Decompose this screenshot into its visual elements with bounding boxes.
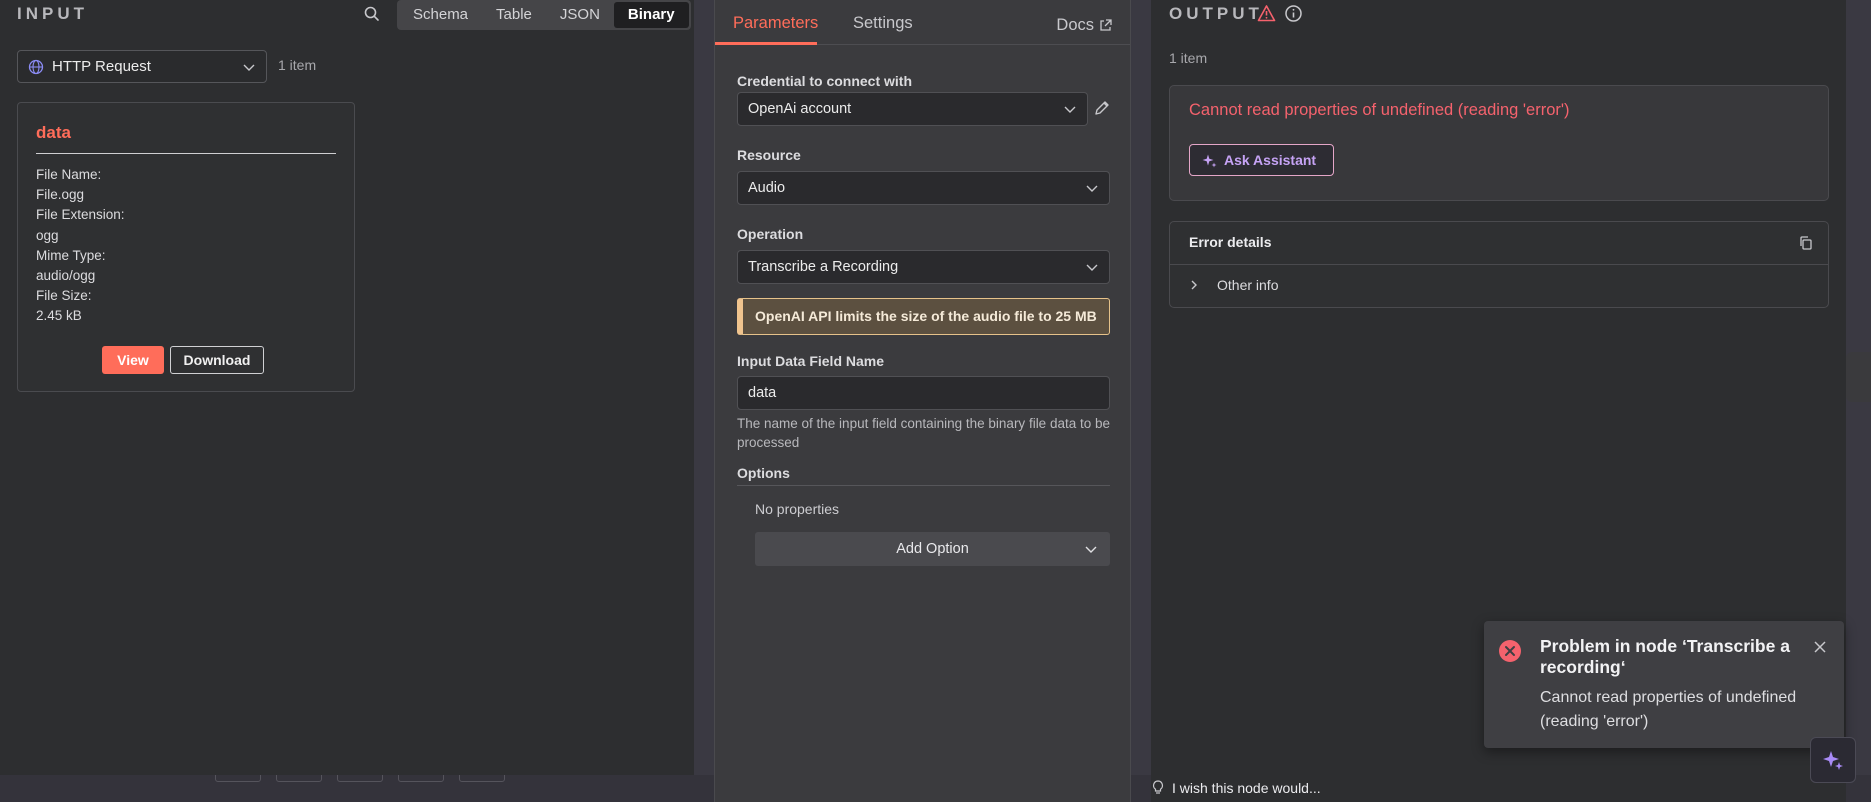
error-toast: Problem in node ‘Transcribe a recording‘… xyxy=(1484,621,1844,748)
tab-binary[interactable]: Binary xyxy=(613,2,689,28)
tab-parameters[interactable]: Parameters xyxy=(733,14,818,33)
file-size-label: File Size: xyxy=(36,288,92,304)
binary-metadata: File Name: File.ogg File Extension: ogg … xyxy=(36,165,125,327)
error-details-card: Error details Other info xyxy=(1169,221,1829,308)
input-panel: INPUT Schema Table JSON Binary HTTP Requ… xyxy=(0,0,694,775)
sparkle-icon xyxy=(1823,751,1843,770)
close-icon[interactable] xyxy=(1812,639,1828,655)
chevron-down-icon xyxy=(1086,264,1098,271)
parameters-tabs: Parameters Settings Docs xyxy=(715,0,1130,45)
input-panel-title: INPUT xyxy=(17,4,88,23)
credential-value: OpenAi account xyxy=(748,101,852,117)
error-circle-icon xyxy=(1499,640,1521,662)
toast-title: Problem in node ‘Transcribe a recording‘ xyxy=(1540,636,1790,677)
edit-pencil-icon[interactable] xyxy=(1093,99,1111,117)
output-status-icons xyxy=(1257,4,1303,23)
add-option-button[interactable]: Add Option xyxy=(755,532,1110,566)
copy-icon[interactable] xyxy=(1798,235,1814,251)
resource-select[interactable]: Audio xyxy=(737,171,1110,205)
no-properties-text: No properties xyxy=(755,501,840,517)
ask-assistant-label: Ask Assistant xyxy=(1224,152,1317,168)
binary-data-card: data File Name: File.ogg File Extension:… xyxy=(17,102,355,392)
resource-value: Audio xyxy=(748,180,786,196)
binary-property-name: data xyxy=(36,123,71,142)
divider xyxy=(737,485,1110,486)
chevron-down-icon xyxy=(1064,106,1076,113)
input-field-name-input[interactable]: data xyxy=(737,376,1110,410)
download-button[interactable]: Download xyxy=(170,346,264,374)
info-icon[interactable] xyxy=(1284,4,1303,23)
add-option-label: Add Option xyxy=(896,541,969,557)
toast-message: Cannot read properties of undefined (rea… xyxy=(1540,689,1797,730)
output-panel-title: OUTPUT xyxy=(1169,4,1263,23)
lightbulb-icon xyxy=(1152,780,1164,794)
feedback-prompt-label: I wish this node would... xyxy=(1172,780,1321,796)
chevron-down-icon xyxy=(1086,185,1098,192)
file-name-label: File Name: xyxy=(36,167,102,182)
credential-label: Credential to connect with xyxy=(737,73,913,89)
input-source-select[interactable]: HTTP Request xyxy=(17,50,267,83)
chevron-down-icon xyxy=(1085,546,1097,553)
file-extension-value: ogg xyxy=(36,227,59,243)
side-panel-tab[interactable] xyxy=(1846,352,1871,402)
view-mode-tabs: Schema Table JSON Binary xyxy=(397,0,691,30)
ai-assistant-button[interactable] xyxy=(1810,737,1856,783)
mime-type-label: Mime Type: xyxy=(36,247,106,263)
output-item-count: 1 item xyxy=(1169,50,1208,66)
input-field-name-value: data xyxy=(748,385,777,401)
other-info-toggle[interactable]: Other info xyxy=(1189,277,1278,293)
input-field-hint: The name of the input field containing t… xyxy=(737,416,1110,450)
feedback-prompt[interactable]: I wish this node would... xyxy=(1152,780,1321,796)
tab-table[interactable]: Table xyxy=(482,2,546,28)
docs-link[interactable]: Docs xyxy=(1056,16,1112,35)
file-size-notice: OpenAI API limits the size of the audio … xyxy=(737,298,1110,335)
docs-label: Docs xyxy=(1056,16,1094,34)
ask-assistant-button[interactable]: Ask Assistant xyxy=(1189,144,1334,176)
file-extension-label: File Extension: xyxy=(36,207,125,223)
error-message: Cannot read properties of undefined (rea… xyxy=(1189,101,1570,119)
other-info-label: Other info xyxy=(1217,277,1279,293)
parameters-panel: Parameters Settings Docs Credential to c… xyxy=(714,0,1131,802)
error-details-header: Error details xyxy=(1170,222,1828,265)
operation-label: Operation xyxy=(737,226,804,242)
credential-select[interactable]: OpenAi account xyxy=(737,92,1088,126)
error-card: Cannot read properties of undefined (rea… xyxy=(1169,85,1829,201)
input-source-label: HTTP Request xyxy=(52,58,151,75)
chevron-down-icon xyxy=(243,64,255,71)
operation-select[interactable]: Transcribe a Recording xyxy=(737,250,1110,284)
globe-icon xyxy=(28,59,44,74)
divider xyxy=(36,153,336,154)
tab-json[interactable]: JSON xyxy=(546,2,614,28)
input-field-name-label: Input Data Field Name xyxy=(737,353,885,369)
active-tab-indicator xyxy=(715,42,817,45)
file-name-value: File.ogg xyxy=(36,187,85,203)
search-icon[interactable] xyxy=(362,4,382,24)
tab-settings[interactable]: Settings xyxy=(853,14,913,33)
file-size-value: 2.45 kB xyxy=(36,308,82,324)
sparkle-icon xyxy=(1202,154,1217,167)
input-item-count: 1 item xyxy=(278,57,317,73)
operation-value: Transcribe a Recording xyxy=(748,259,899,275)
chevron-right-icon xyxy=(1191,280,1197,290)
warning-triangle-icon xyxy=(1257,5,1276,22)
mime-type-value: audio/ogg xyxy=(36,268,96,284)
external-link-icon xyxy=(1100,19,1112,31)
options-label: Options xyxy=(737,465,790,481)
resource-label: Resource xyxy=(737,147,801,163)
view-button[interactable]: View xyxy=(102,346,164,374)
error-details-label: Error details xyxy=(1189,234,1272,250)
tab-schema[interactable]: Schema xyxy=(399,2,482,28)
